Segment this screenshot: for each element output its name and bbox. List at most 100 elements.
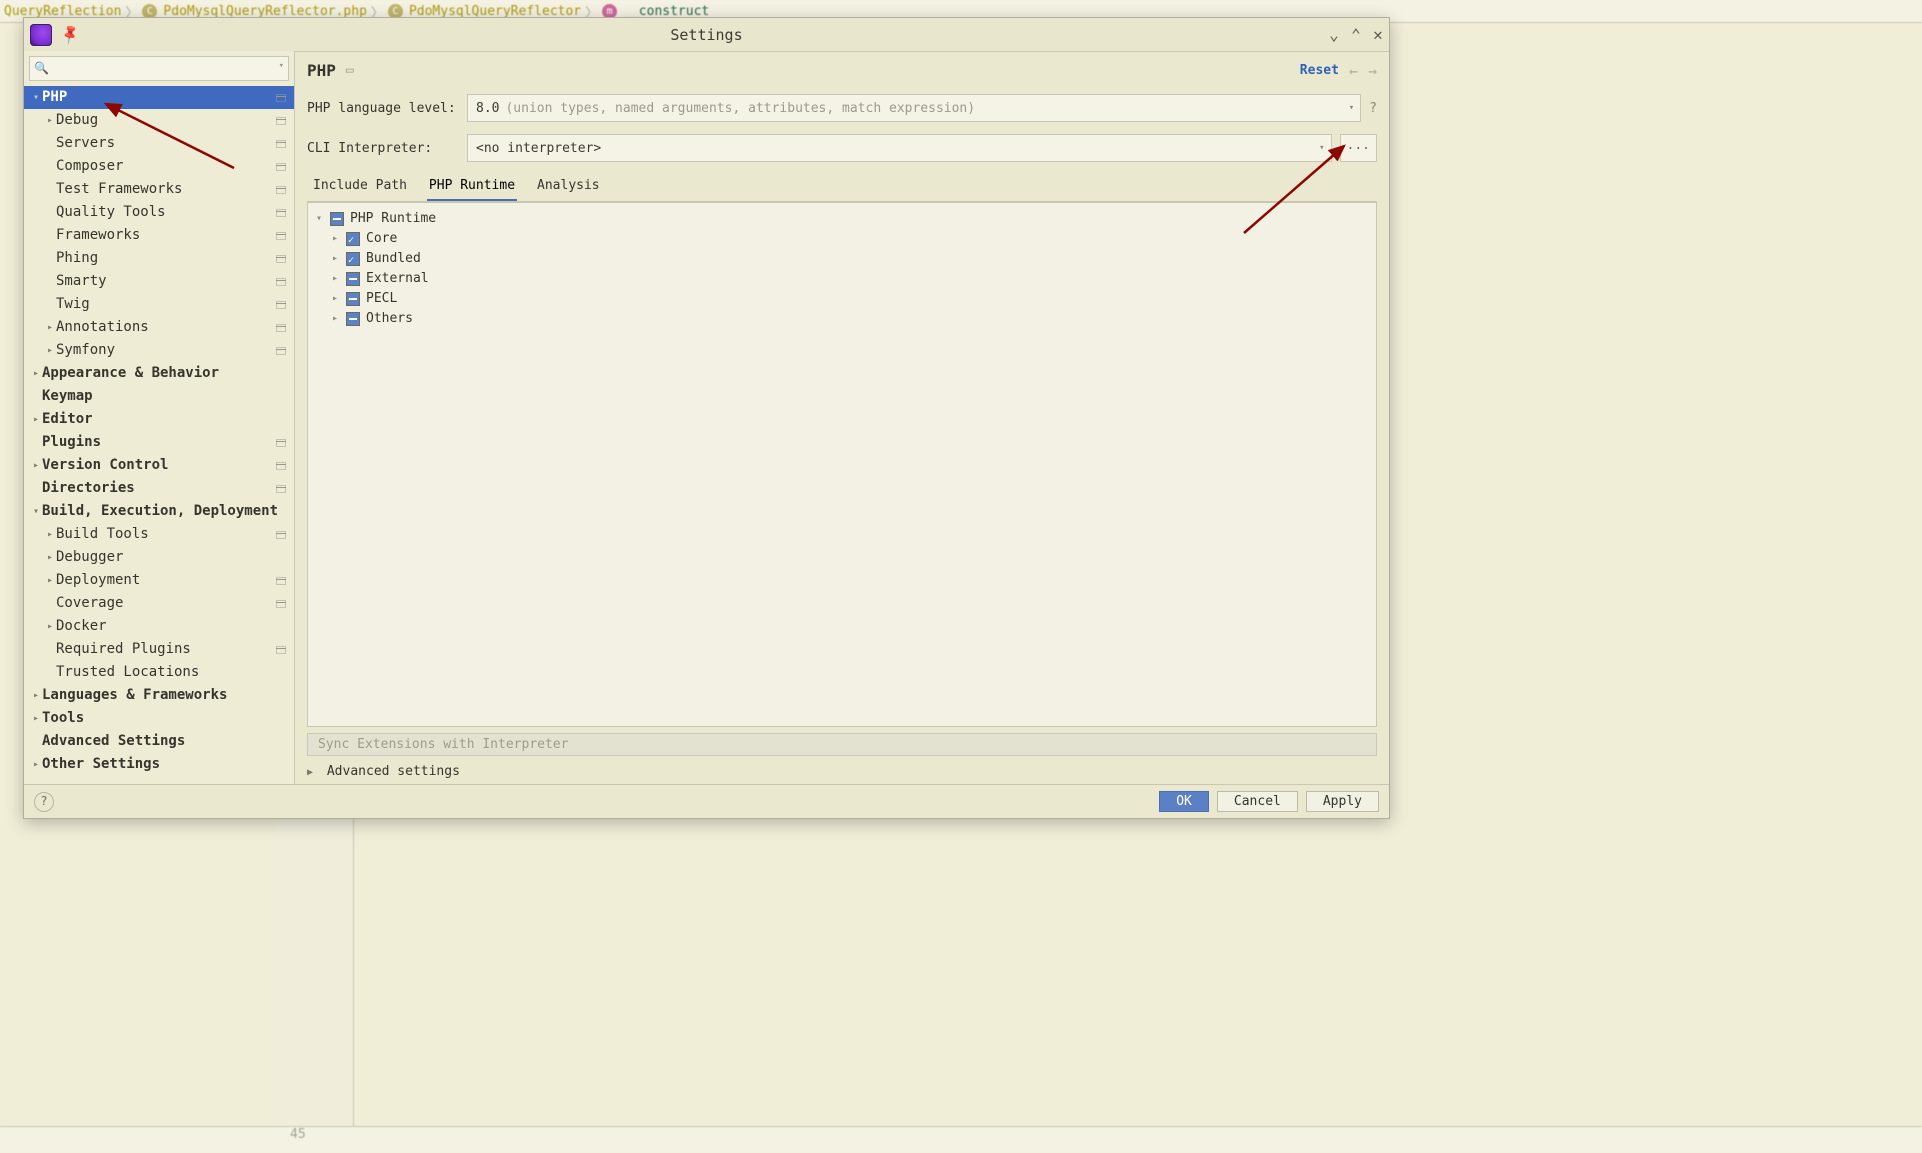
sidebar-item-version-control[interactable]: ▸Version Control — [24, 454, 294, 477]
checkbox-indeterminate-icon[interactable] — [330, 212, 344, 226]
pin-icon[interactable]: 📌 — [59, 23, 82, 46]
sidebar-item-tools[interactable]: ▸Tools — [24, 707, 294, 730]
sidebar-item-servers[interactable]: Servers — [24, 132, 294, 155]
sidebar-item-phing[interactable]: Phing — [24, 247, 294, 270]
checkbox-icon[interactable] — [346, 232, 360, 246]
runtime-node-root[interactable]: ▾PHP Runtime — [316, 209, 1368, 229]
project-level-icon — [276, 347, 286, 354]
php-lang-level-label: PHP language level: — [307, 101, 467, 116]
sidebar-item-required-plugins[interactable]: Required Plugins — [24, 638, 294, 661]
project-level-icon — [276, 600, 286, 607]
sidebar-item-build-execution-deployment[interactable]: ▾Build, Execution, Deployment — [24, 500, 294, 523]
project-level-icon — [276, 301, 286, 308]
sidebar-item-label: Frameworks — [56, 224, 288, 247]
sidebar-item-symfony[interactable]: ▸Symfony — [24, 339, 294, 362]
runtime-node-pecl[interactable]: ▸PECL — [332, 289, 1368, 309]
php-lang-level-select[interactable]: 8.0 (union types, named arguments, attri… — [467, 94, 1361, 122]
reset-button[interactable]: Reset — [1300, 63, 1339, 78]
settings-tree[interactable]: ▾PHP▸DebugServersComposerTest Frameworks… — [24, 86, 294, 785]
tab-php-runtime[interactable]: PHP Runtime — [427, 174, 517, 201]
sidebar-item-appearance-behavior[interactable]: ▸Appearance & Behavior — [24, 362, 294, 385]
sidebar-item-label: Test Frameworks — [56, 178, 288, 201]
sidebar-item-other-settings[interactable]: ▸Other Settings — [24, 753, 294, 776]
sidebar-item-trusted-locations[interactable]: Trusted Locations — [24, 661, 294, 684]
sidebar-item-test-frameworks[interactable]: Test Frameworks — [24, 178, 294, 201]
cli-interpreter-label: CLI Interpreter: — [307, 141, 467, 156]
sidebar-item-plugins[interactable]: Plugins — [24, 431, 294, 454]
sidebar-item-docker[interactable]: ▸Docker — [24, 615, 294, 638]
project-level-icon — [276, 485, 286, 492]
sidebar-item-debugger[interactable]: ▸Debugger — [24, 546, 294, 569]
sidebar-item-keymap[interactable]: Keymap — [24, 385, 294, 408]
sidebar-item-label: Required Plugins — [56, 638, 288, 661]
sidebar-item-deployment[interactable]: ▸Deployment — [24, 569, 294, 592]
chevron-down-icon[interactable]: ▾ — [279, 61, 284, 71]
sidebar-item-label: Debugger — [56, 546, 288, 569]
sidebar-item-languages-frameworks[interactable]: ▸Languages & Frameworks — [24, 684, 294, 707]
project-level-icon — [276, 531, 286, 538]
cli-interpreter-browse-button[interactable]: ... — [1340, 134, 1377, 162]
checkbox-icon[interactable] — [346, 292, 360, 306]
forward-button[interactable]: → — [1368, 62, 1377, 80]
project-level-icon — [276, 439, 286, 446]
dialog-footer: ? OK Cancel Apply — [24, 784, 1389, 818]
sidebar-item-label: PHP — [42, 86, 288, 109]
ok-button[interactable]: OK — [1159, 791, 1209, 812]
cancel-button[interactable]: Cancel — [1217, 791, 1298, 812]
sidebar-item-label: Symfony — [56, 339, 288, 362]
search-field[interactable] — [50, 57, 270, 82]
project-level-icon — [276, 186, 286, 193]
sidebar-item-coverage[interactable]: Coverage — [24, 592, 294, 615]
sidebar-item-label: Coverage — [56, 592, 288, 615]
checkbox-icon[interactable] — [346, 312, 360, 326]
project-level-icon — [276, 255, 286, 262]
sidebar-item-label: Directories — [42, 477, 288, 500]
sidebar-item-smarty[interactable]: Smarty — [24, 270, 294, 293]
chevron-up-icon[interactable]: ⌃ — [1345, 25, 1367, 44]
sidebar-item-directories[interactable]: Directories — [24, 477, 294, 500]
sidebar-item-build-tools[interactable]: ▸Build Tools — [24, 523, 294, 546]
project-level-icon — [276, 278, 286, 285]
checkbox-icon[interactable] — [346, 272, 360, 286]
runtime-node-core[interactable]: ▸Core — [332, 229, 1368, 249]
sidebar-item-label: Advanced Settings — [42, 730, 288, 753]
cli-interpreter-select[interactable]: <no interpreter> ▾ — [467, 134, 1332, 162]
page-title: PHP — [307, 61, 336, 80]
help-button[interactable]: ? — [34, 792, 54, 812]
project-badge-icon: ▭ — [346, 63, 354, 78]
back-button[interactable]: ← — [1349, 62, 1358, 80]
project-level-icon — [276, 646, 286, 653]
tab-include-path[interactable]: Include Path — [311, 174, 409, 201]
sidebar-item-frameworks[interactable]: Frameworks — [24, 224, 294, 247]
checkbox-icon[interactable] — [346, 252, 360, 266]
sidebar-item-php[interactable]: ▾PHP — [24, 86, 294, 109]
search-input[interactable]: 🔍 ▾ — [29, 56, 289, 81]
apply-button[interactable]: Apply — [1306, 791, 1379, 812]
sidebar-item-label: Annotations — [56, 316, 288, 339]
sidebar-item-annotations[interactable]: ▸Annotations — [24, 316, 294, 339]
runtime-node-external[interactable]: ▸External — [332, 269, 1368, 289]
sidebar-item-debug[interactable]: ▸Debug — [24, 109, 294, 132]
chevron-down-icon[interactable]: ⌄ — [1323, 25, 1345, 44]
close-icon[interactable]: ✕ — [1367, 25, 1389, 44]
runtime-node-bundled[interactable]: ▸Bundled — [332, 249, 1368, 269]
sidebar-item-composer[interactable]: Composer — [24, 155, 294, 178]
sidebar-item-editor[interactable]: ▸Editor — [24, 408, 294, 431]
php-runtime-tree[interactable]: ▾PHP Runtime▸Core▸Bundled▸External▸PECL▸… — [307, 202, 1377, 727]
php-tabs: Include Path PHP Runtime Analysis — [307, 168, 1377, 202]
search-icon: 🔍 — [34, 61, 49, 75]
sync-extensions-button[interactable]: Sync Extensions with Interpreter — [307, 733, 1377, 756]
runtime-node-others[interactable]: ▸Others — [332, 309, 1368, 329]
tab-analysis[interactable]: Analysis — [535, 174, 602, 201]
chevron-down-icon: ▾ — [1349, 103, 1354, 113]
sidebar-item-label: Keymap — [42, 385, 288, 408]
sidebar-item-label: Smarty — [56, 270, 288, 293]
sidebar-item-quality-tools[interactable]: Quality Tools — [24, 201, 294, 224]
sidebar-item-twig[interactable]: Twig — [24, 293, 294, 316]
advanced-settings-disclosure[interactable]: ▶ Advanced settings — [307, 764, 1377, 779]
project-level-icon — [276, 462, 286, 469]
sidebar-item-advanced-settings[interactable]: Advanced Settings — [24, 730, 294, 753]
sidebar-item-label: Plugins — [42, 431, 288, 454]
chevron-right-icon: ▶ — [307, 767, 313, 778]
help-icon[interactable]: ? — [1369, 101, 1377, 116]
